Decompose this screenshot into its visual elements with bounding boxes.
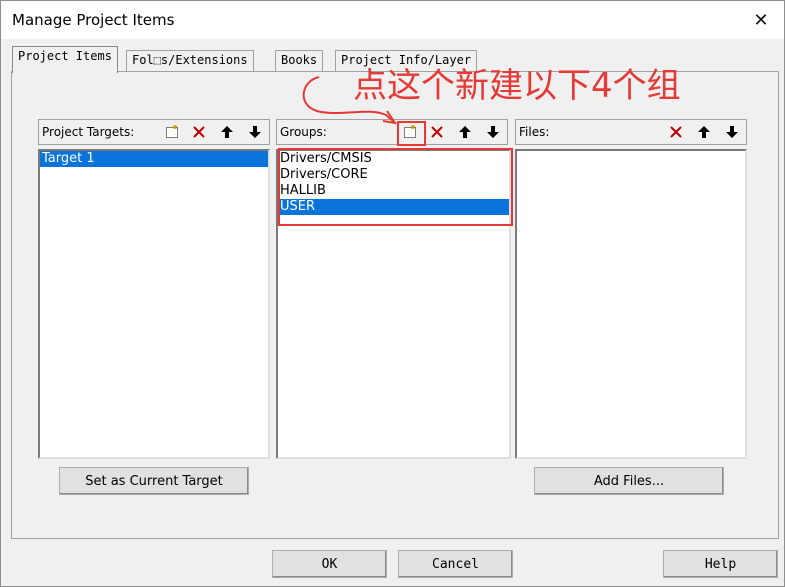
arrow-down-icon — [487, 126, 499, 138]
set-current-target-button[interactable]: Set as Current Target — [59, 467, 249, 495]
delete-icon — [670, 126, 682, 138]
targets-move-up-button[interactable] — [216, 122, 238, 142]
tab-project-items[interactable]: Project Items — [12, 46, 118, 73]
targets-label: Project Targets: — [42, 125, 135, 139]
manage-project-items-dialog: Manage Project Items ✕ Project Items Fol… — [0, 0, 785, 587]
groups-delete-button[interactable] — [426, 122, 448, 142]
files-move-up-button[interactable] — [693, 122, 715, 142]
files-list[interactable] — [515, 149, 747, 459]
targets-new-button[interactable] — [161, 122, 183, 142]
groups-move-up-button[interactable] — [454, 122, 476, 142]
cancel-button[interactable]: Cancel — [398, 550, 513, 578]
tab-books[interactable]: Books — [275, 50, 324, 72]
help-button[interactable]: Help — [663, 550, 778, 578]
annotation-new-button-highlight — [397, 121, 426, 146]
annotation-groups-highlight — [278, 148, 513, 226]
close-button[interactable]: ✕ — [738, 1, 784, 39]
arrow-up-icon — [221, 126, 233, 138]
add-files-button[interactable]: Add Files... — [534, 467, 724, 495]
files-label: Files: — [519, 125, 550, 139]
list-item[interactable]: Target 1 — [40, 151, 268, 167]
files-delete-button[interactable] — [665, 122, 687, 142]
targets-delete-button[interactable] — [188, 122, 210, 142]
title-bar: Manage Project Items ✕ — [1, 1, 784, 39]
close-icon: ✕ — [753, 9, 769, 31]
groups-move-down-button[interactable] — [482, 122, 504, 142]
delete-icon — [431, 126, 443, 138]
targets-move-down-button[interactable] — [244, 122, 266, 142]
arrow-up-icon — [459, 126, 471, 138]
targets-list[interactable]: Target 1 — [38, 149, 270, 459]
delete-icon — [193, 126, 205, 138]
arrow-down-icon — [726, 126, 738, 138]
window-title: Manage Project Items — [12, 11, 175, 29]
new-item-icon — [166, 125, 178, 138]
arrow-down-icon — [249, 126, 261, 138]
ok-button[interactable]: OK — [272, 550, 387, 578]
files-move-down-button[interactable] — [721, 122, 743, 142]
annotation-text: 点这个新建以下4个组 — [353, 66, 681, 106]
arrow-up-icon — [698, 126, 710, 138]
tab-folders-extensions[interactable]: Fol⬚s/Extensions — [126, 50, 254, 72]
